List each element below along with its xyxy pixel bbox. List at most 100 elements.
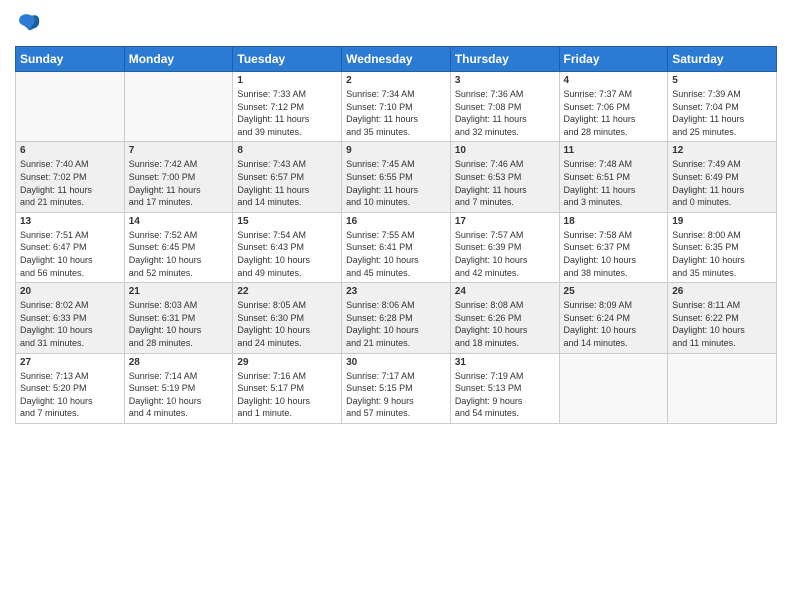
day-cell: 2 Sunrise: 7:34 AM Sunset: 7:10 PM Daylig… [342, 72, 451, 142]
day-number: 28 [129, 357, 229, 368]
day-cell: 1 Sunrise: 7:33 AM Sunset: 7:12 PM Daylig… [233, 72, 342, 142]
day-info: Sunrise: 7:16 AM Sunset: 5:17 PM Dayligh… [237, 370, 337, 420]
day-info: Sunrise: 7:42 AM Sunset: 7:00 PM Dayligh… [129, 158, 229, 208]
day-number: 14 [129, 216, 229, 227]
day-cell: 29 Sunrise: 7:16 AM Sunset: 5:17 PM Dayli… [233, 353, 342, 423]
day-cell: 27 Sunrise: 7:13 AM Sunset: 5:20 PM Dayli… [16, 353, 125, 423]
day-number: 10 [455, 145, 555, 156]
day-cell: 4 Sunrise: 7:37 AM Sunset: 7:06 PM Daylig… [559, 72, 668, 142]
day-header-saturday: Saturday [668, 47, 777, 72]
day-number: 1 [237, 75, 337, 86]
week-row-2: 6 Sunrise: 7:40 AM Sunset: 7:02 PM Daylig… [16, 142, 777, 212]
day-number: 18 [564, 216, 664, 227]
day-number: 19 [672, 216, 772, 227]
day-number: 20 [20, 286, 120, 297]
day-number: 13 [20, 216, 120, 227]
day-number: 22 [237, 286, 337, 297]
day-info: Sunrise: 8:11 AM Sunset: 6:22 PM Dayligh… [672, 299, 772, 349]
day-header-friday: Friday [559, 47, 668, 72]
day-header-tuesday: Tuesday [233, 47, 342, 72]
day-cell: 8 Sunrise: 7:43 AM Sunset: 6:57 PM Daylig… [233, 142, 342, 212]
day-number: 11 [564, 145, 664, 156]
day-info: Sunrise: 7:45 AM Sunset: 6:55 PM Dayligh… [346, 158, 446, 208]
day-number: 26 [672, 286, 772, 297]
day-number: 23 [346, 286, 446, 297]
day-info: Sunrise: 7:51 AM Sunset: 6:47 PM Dayligh… [20, 229, 120, 279]
day-cell: 13 Sunrise: 7:51 AM Sunset: 6:47 PM Dayli… [16, 212, 125, 282]
day-info: Sunrise: 7:57 AM Sunset: 6:39 PM Dayligh… [455, 229, 555, 279]
day-info: Sunrise: 7:55 AM Sunset: 6:41 PM Dayligh… [346, 229, 446, 279]
day-header-monday: Monday [124, 47, 233, 72]
day-cell: 28Sunrise: 7:14 AM Sunset: 5:19 PM Dayli… [124, 353, 233, 423]
day-info: Sunrise: 7:52 AM Sunset: 6:45 PM Dayligh… [129, 229, 229, 279]
day-header-wednesday: Wednesday [342, 47, 451, 72]
day-cell: 9 Sunrise: 7:45 AM Sunset: 6:55 PM Daylig… [342, 142, 451, 212]
day-number: 12 [672, 145, 772, 156]
week-row-3: 13 Sunrise: 7:51 AM Sunset: 6:47 PM Dayli… [16, 212, 777, 282]
day-cell: 31 Sunrise: 7:19 AM Sunset: 5:13 PM Dayli… [450, 353, 559, 423]
day-cell: 17 Sunrise: 7:57 AM Sunset: 6:39 PM Dayli… [450, 212, 559, 282]
day-info: Sunrise: 7:17 AM Sunset: 5:15 PM Dayligh… [346, 370, 446, 420]
day-cell: 5Sunrise: 7:39 AM Sunset: 7:04 PM Daylig… [668, 72, 777, 142]
day-number: 17 [455, 216, 555, 227]
day-cell: 23 Sunrise: 8:06 AM Sunset: 6:28 PM Dayli… [342, 283, 451, 353]
day-info: Sunrise: 8:06 AM Sunset: 6:28 PM Dayligh… [346, 299, 446, 349]
week-row-5: 27 Sunrise: 7:13 AM Sunset: 5:20 PM Dayli… [16, 353, 777, 423]
day-info: Sunrise: 8:02 AM Sunset: 6:33 PM Dayligh… [20, 299, 120, 349]
day-cell: 3 Sunrise: 7:36 AM Sunset: 7:08 PM Daylig… [450, 72, 559, 142]
day-info: Sunrise: 7:54 AM Sunset: 6:43 PM Dayligh… [237, 229, 337, 279]
day-number: 2 [346, 75, 446, 86]
day-info: Sunrise: 8:09 AM Sunset: 6:24 PM Dayligh… [564, 299, 664, 349]
day-number: 30 [346, 357, 446, 368]
day-cell: 18Sunrise: 7:58 AM Sunset: 6:37 PM Dayli… [559, 212, 668, 282]
day-header-sunday: Sunday [16, 47, 125, 72]
week-row-4: 20 Sunrise: 8:02 AM Sunset: 6:33 PM Dayli… [16, 283, 777, 353]
day-number: 25 [564, 286, 664, 297]
logo [15, 10, 47, 38]
day-info: Sunrise: 7:49 AM Sunset: 6:49 PM Dayligh… [672, 158, 772, 208]
day-number: 31 [455, 357, 555, 368]
day-header-thursday: Thursday [450, 47, 559, 72]
day-cell [668, 353, 777, 423]
day-info: Sunrise: 7:13 AM Sunset: 5:20 PM Dayligh… [20, 370, 120, 420]
day-info: Sunrise: 7:36 AM Sunset: 7:08 PM Dayligh… [455, 88, 555, 138]
day-cell: 22 Sunrise: 8:05 AM Sunset: 6:30 PM Dayli… [233, 283, 342, 353]
day-info: Sunrise: 7:34 AM Sunset: 7:10 PM Dayligh… [346, 88, 446, 138]
header-row: SundayMondayTuesdayWednesdayThursdayFrid… [16, 47, 777, 72]
day-number: 8 [237, 145, 337, 156]
day-cell: 10 Sunrise: 7:46 AM Sunset: 6:53 PM Dayli… [450, 142, 559, 212]
day-cell [16, 72, 125, 142]
day-cell: 26 Sunrise: 8:11 AM Sunset: 6:22 PM Dayli… [668, 283, 777, 353]
day-number: 4 [564, 75, 664, 86]
day-number: 27 [20, 357, 120, 368]
day-cell: 19 Sunrise: 8:00 AM Sunset: 6:35 PM Dayli… [668, 212, 777, 282]
day-info: Sunrise: 8:05 AM Sunset: 6:30 PM Dayligh… [237, 299, 337, 349]
day-cell: 30 Sunrise: 7:17 AM Sunset: 5:15 PM Dayli… [342, 353, 451, 423]
day-info: Sunrise: 8:08 AM Sunset: 6:26 PM Dayligh… [455, 299, 555, 349]
day-cell: 15Sunrise: 7:54 AM Sunset: 6:43 PM Dayli… [233, 212, 342, 282]
day-cell: 11 Sunrise: 7:48 AM Sunset: 6:51 PM Dayli… [559, 142, 668, 212]
day-cell: 12 Sunrise: 7:49 AM Sunset: 6:49 PM Dayli… [668, 142, 777, 212]
day-info: Sunrise: 7:43 AM Sunset: 6:57 PM Dayligh… [237, 158, 337, 208]
day-number: 21 [129, 286, 229, 297]
day-info: Sunrise: 7:46 AM Sunset: 6:53 PM Dayligh… [455, 158, 555, 208]
day-number: 3 [455, 75, 555, 86]
day-info: Sunrise: 7:33 AM Sunset: 7:12 PM Dayligh… [237, 88, 337, 138]
day-number: 9 [346, 145, 446, 156]
day-info: Sunrise: 7:39 AM Sunset: 7:04 PM Dayligh… [672, 88, 772, 138]
header [15, 10, 777, 38]
day-cell [559, 353, 668, 423]
day-cell: 14 Sunrise: 7:52 AM Sunset: 6:45 PM Dayli… [124, 212, 233, 282]
day-number: 7 [129, 145, 229, 156]
day-info: Sunrise: 8:00 AM Sunset: 6:35 PM Dayligh… [672, 229, 772, 279]
day-cell: 21Sunrise: 8:03 AM Sunset: 6:31 PM Dayli… [124, 283, 233, 353]
day-info: Sunrise: 7:19 AM Sunset: 5:13 PM Dayligh… [455, 370, 555, 420]
day-number: 29 [237, 357, 337, 368]
day-info: Sunrise: 7:37 AM Sunset: 7:06 PM Dayligh… [564, 88, 664, 138]
day-cell: 20 Sunrise: 8:02 AM Sunset: 6:33 PM Dayli… [16, 283, 125, 353]
day-number: 6 [20, 145, 120, 156]
calendar-table: SundayMondayTuesdayWednesdayThursdayFrid… [15, 46, 777, 424]
day-info: Sunrise: 7:40 AM Sunset: 7:02 PM Dayligh… [20, 158, 120, 208]
day-info: Sunrise: 7:48 AM Sunset: 6:51 PM Dayligh… [564, 158, 664, 208]
day-cell: 25 Sunrise: 8:09 AM Sunset: 6:24 PM Dayli… [559, 283, 668, 353]
